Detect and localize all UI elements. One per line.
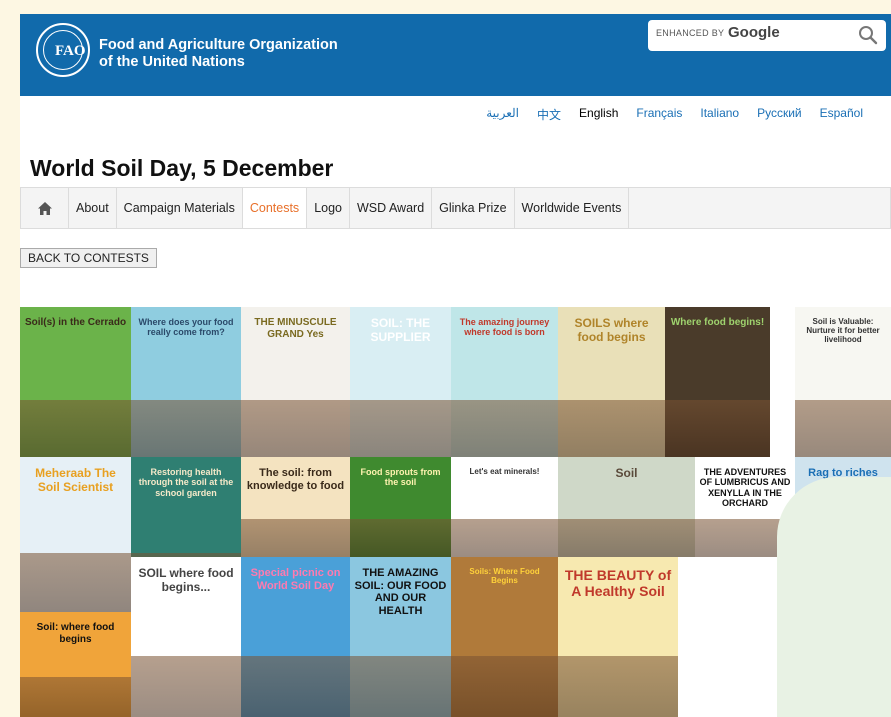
contest-entry-cover[interactable]: SOIL where food begins... [131, 557, 241, 717]
cover-title: Special picnic on World Soil Day [250, 567, 341, 592]
cover-illustration [795, 400, 891, 457]
cover-illustration [665, 400, 770, 457]
contest-entries-grid: Soil(s) in the Cerrado Where does your fo… [20, 307, 891, 717]
contest-entry-cover[interactable]: Food sprouts from the soil [350, 457, 451, 557]
search-enhanced-label: ENHANCED BY [656, 28, 725, 38]
language-link[interactable]: Русский [757, 106, 802, 123]
cover-title: Soil: where food begins [36, 622, 115, 645]
contest-entry-cover[interactable]: The amazing journey where food is born [451, 307, 558, 457]
cover-title: SOIL where food begins... [138, 566, 234, 594]
contest-entry-cover[interactable]: Where food begins! [665, 307, 770, 457]
contest-entry-cover[interactable]: Let's eat minerals! [451, 457, 558, 557]
cover-title: The soil: from knowledge to food [246, 467, 345, 492]
nav-item-campaign-materials[interactable]: Campaign Materials [117, 188, 243, 228]
nav-item-about[interactable]: About [69, 188, 117, 228]
cover-title: THE BEAUTY of A Healthy Soil [564, 567, 672, 600]
cover-title: Food sprouts from the soil [360, 467, 441, 488]
search-brand-label: Google [728, 24, 780, 41]
cover-overlay-image [777, 477, 891, 717]
cover-title: Soils: Where Food Begins [469, 567, 540, 586]
cover-illustration [558, 519, 695, 557]
org-name-line1: Food and Agriculture Organization [99, 37, 338, 53]
cover-title: Soil [615, 466, 638, 480]
cover-illustration [350, 400, 451, 457]
contest-entry-cover[interactable]: THE MINUSCULE GRAND Yes [241, 307, 350, 457]
cover-illustration [20, 400, 131, 457]
fao-logo[interactable]: FAO [36, 23, 90, 77]
cover-illustration [451, 656, 558, 717]
cover-title: Let's eat minerals! [469, 467, 540, 476]
cover-illustration [131, 400, 241, 457]
cover-illustration [558, 656, 678, 717]
language-link[interactable]: Français [636, 106, 682, 123]
cover-illustration [451, 519, 558, 557]
language-link[interactable]: 中文 [537, 106, 561, 123]
contest-entry-cover[interactable]: Where does your food really come from? [131, 307, 241, 457]
contest-entry-cover[interactable]: SOIL: THE SUPPLIER [350, 307, 451, 457]
cover-title: Soil(s) in the Cerrado [24, 317, 127, 328]
contest-entry-cover[interactable]: THE AMAZING SOIL: OUR FOOD AND OUR HEALT… [350, 557, 451, 717]
cover-title: Restoring health through the soil at the… [138, 467, 234, 498]
home-icon [37, 201, 52, 215]
cover-title: The amazing journey where food is born [459, 317, 550, 338]
contest-entry-cover[interactable]: Special picnic on World Soil Day [241, 557, 350, 717]
nav-item-wsd-award[interactable]: WSD Award [350, 188, 433, 228]
contest-entry-cover[interactable]: The soil: from knowledge to food [241, 457, 350, 557]
language-link[interactable]: العربية [486, 106, 519, 123]
cover-illustration [241, 519, 350, 557]
site-header: FAO Food and Agriculture Organization of… [20, 14, 891, 96]
cover-illustration [20, 677, 131, 717]
language-selector: العربية 中文 English Français Italiano Русский E… [486, 106, 863, 123]
cover-illustration [350, 519, 451, 557]
contest-entry-cover[interactable]: Soil: where food begins [20, 612, 131, 717]
cover-title: THE AMAZING SOIL: OUR FOOD AND OUR HEALT… [354, 567, 447, 617]
cover-title: Where food begins! [670, 317, 765, 328]
cover-illustration [350, 656, 451, 717]
cover-illustration [131, 656, 241, 717]
fao-logo-ring: FAO [43, 30, 86, 70]
contest-entry-cover[interactable]: Soil is Valuable: Nurture it for better … [795, 307, 891, 457]
page: FAO Food and Agriculture Organization of… [20, 14, 891, 717]
nav-item-logo[interactable]: Logo [307, 188, 350, 228]
cover-illustration [241, 656, 350, 717]
nav-home[interactable] [21, 188, 69, 228]
nav-item-glinka-prize[interactable]: Glinka Prize [432, 188, 515, 228]
cover-title: SOILS where food begins [574, 316, 649, 344]
nav-item-worldwide-events[interactable]: Worldwide Events [515, 188, 630, 228]
language-link[interactable]: Italiano [700, 106, 739, 123]
contest-entry-cover[interactable]: Meheraab The Soil Scientist [20, 457, 131, 612]
cover-title: Where does your food really come from? [138, 317, 234, 338]
cover-title: THE MINUSCULE GRAND Yes [254, 317, 337, 340]
main-nav: About Campaign Materials Contests Logo WSD A… [20, 187, 891, 229]
contest-entry-cover[interactable]: Soil(s) in the Cerrado [20, 307, 131, 457]
contest-entry-cover[interactable]: Soils: Where Food Begins [451, 557, 558, 717]
language-link[interactable]: English [579, 106, 618, 123]
language-link[interactable]: Español [820, 106, 863, 123]
contest-entry-cover[interactable]: Soil [558, 457, 695, 557]
page-title: World Soil Day, 5 December [30, 155, 334, 181]
fao-logo-text: FAO [55, 43, 86, 59]
nav-item-contests[interactable]: Contests [242, 188, 308, 228]
search-icon[interactable] [858, 25, 878, 45]
cover-title: Meheraab The Soil Scientist [35, 466, 116, 494]
contest-entry-cover[interactable]: SOILS where food begins [558, 307, 665, 457]
org-name-line2: of the United Nations [99, 54, 245, 70]
cover-illustration [20, 553, 131, 612]
cover-title: SOIL: THE SUPPLIER [370, 316, 431, 344]
organization-name[interactable]: Food and Agriculture Organization of the… [99, 37, 338, 71]
back-to-contests-button[interactable]: BACK TO CONTESTS [20, 248, 157, 268]
contest-entry-cover[interactable]: THE BEAUTY of A Healthy Soil [558, 557, 678, 717]
cover-title: Soil is Valuable: Nurture it for better … [806, 317, 880, 345]
cover-illustration [241, 400, 350, 457]
cover-illustration [451, 400, 558, 457]
cover-illustration [558, 400, 665, 457]
cover-title: THE ADVENTURES OF LUMBRICUS AND XENYLLA … [699, 467, 791, 509]
search-input[interactable]: ENHANCED BY Google [648, 20, 886, 51]
